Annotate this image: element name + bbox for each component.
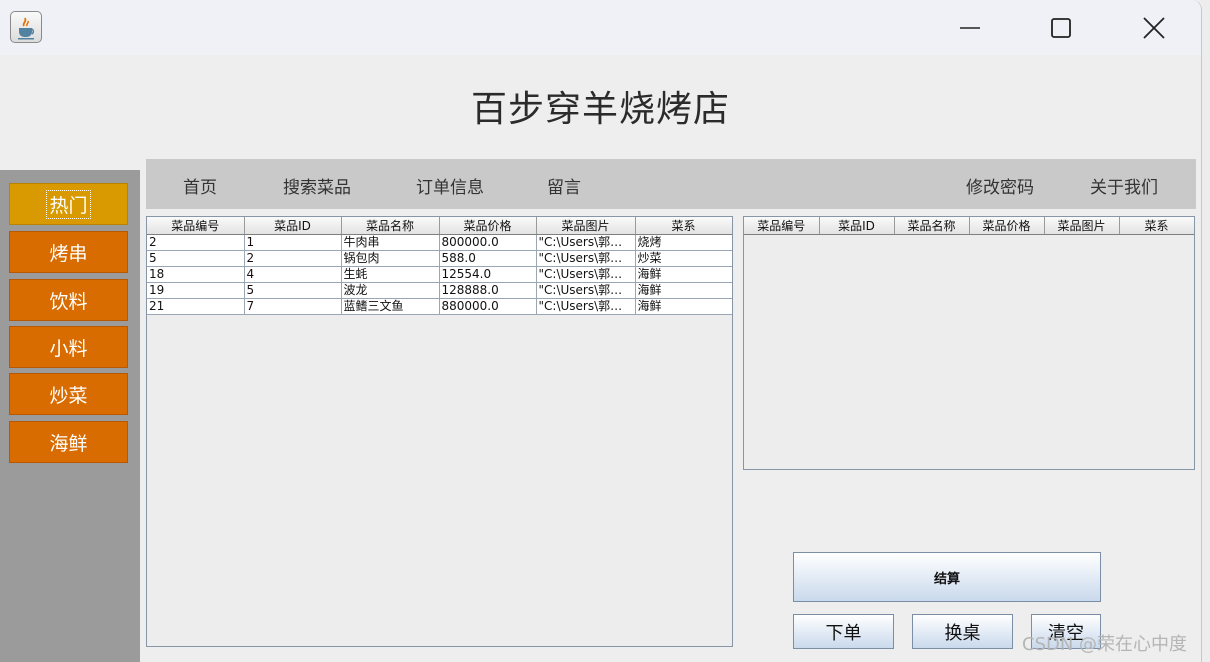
column-header[interactable]: 菜品编号 — [147, 217, 245, 235]
column-header[interactable]: 菜品ID — [244, 217, 342, 235]
table-cell: 波龙 — [341, 282, 440, 299]
table-cell: 生蚝 — [341, 266, 440, 283]
category-label: 热门 — [46, 189, 91, 219]
column-header[interactable]: 菜品图片 — [1044, 217, 1120, 235]
table-row[interactable]: 18 4 生蚝 12554.0 "C:\Users\郭文... 海鲜 — [147, 266, 732, 283]
category-stirfry-button[interactable]: 炒菜 — [9, 373, 128, 415]
nav-home[interactable]: 首页 — [183, 173, 217, 198]
column-header[interactable]: 菜系 — [635, 217, 732, 235]
table-cell: 牛肉串 — [341, 234, 440, 251]
table-cell: 1 — [244, 234, 342, 251]
table-cell: "C:\Users\郭文... — [536, 234, 636, 251]
watermark: CSDN @荣在心中度 — [1022, 634, 1188, 655]
change-table-button[interactable]: 换桌 — [912, 614, 1013, 649]
order-button[interactable]: 下单 — [793, 614, 894, 649]
table-cell: 2 — [147, 234, 245, 251]
minimize-button[interactable] — [924, 0, 1016, 55]
table-cell: 炒菜 — [635, 250, 732, 267]
table-cell: 5 — [244, 282, 342, 299]
table-cell: 880000.0 — [439, 298, 537, 315]
column-header[interactable]: 菜品ID — [819, 217, 895, 235]
table-cell: 4 — [244, 266, 342, 283]
column-header[interactable]: 菜品名称 — [894, 217, 970, 235]
nav-search[interactable]: 搜索菜品 — [283, 173, 351, 198]
table-cell: 800000.0 — [439, 234, 537, 251]
checkout-button[interactable]: 结算 — [793, 552, 1101, 602]
nav-orders[interactable]: 订单信息 — [416, 173, 484, 198]
nav-change-password[interactable]: 修改密码 — [966, 173, 1034, 198]
category-seafood-button[interactable]: 海鲜 — [9, 421, 128, 463]
table-cell: 12554.0 — [439, 266, 537, 283]
category-label: 小料 — [49, 337, 88, 360]
app-window: 百步穿羊烧烤店 热门 烤串 饮料 小料 炒菜 海鲜 首页 搜索菜品 订单信息 留… — [0, 0, 1202, 662]
nav-about[interactable]: 关于我们 — [1090, 173, 1158, 198]
title-bar — [0, 0, 1201, 55]
table-cell: 21 — [147, 298, 245, 315]
java-coffee-icon — [10, 11, 42, 43]
table-cell: 锅包肉 — [341, 250, 440, 267]
column-header[interactable]: 菜系 — [1119, 217, 1194, 235]
category-label: 烤串 — [49, 242, 88, 265]
page-title: 百步穿羊烧烤店 — [470, 89, 730, 130]
table-cell: 2 — [244, 250, 342, 267]
category-label: 炒菜 — [49, 384, 88, 407]
category-label: 海鲜 — [49, 432, 88, 455]
table-cell: 海鲜 — [635, 266, 732, 283]
close-button[interactable] — [1108, 0, 1200, 55]
category-skewers-button[interactable]: 烤串 — [9, 231, 128, 273]
table-cell: "C:\Users\郭文... — [536, 298, 636, 315]
table-cell: 海鲜 — [635, 298, 732, 315]
category-label: 饮料 — [49, 290, 88, 313]
menu-table-header: 菜品编号 菜品ID 菜品名称 菜品价格 菜品图片 菜系 — [147, 217, 732, 235]
category-hot-button[interactable]: 热门 — [9, 183, 128, 225]
cart-table-panel[interactable]: 菜品编号 菜品ID 菜品名称 菜品价格 菜品图片 菜系 — [743, 216, 1195, 470]
column-header[interactable]: 菜品价格 — [439, 217, 537, 235]
table-cell: 烧烤 — [635, 234, 732, 251]
menu-table: 菜品编号 菜品ID 菜品名称 菜品价格 菜品图片 菜系 2 1 牛肉串 8000… — [147, 217, 732, 315]
category-condiments-button[interactable]: 小料 — [9, 326, 128, 368]
table-row[interactable]: 19 5 波龙 128888.0 "C:\Users\郭文... 海鲜 — [147, 282, 732, 299]
table-cell: 7 — [244, 298, 342, 315]
cart-table: 菜品编号 菜品ID 菜品名称 菜品价格 菜品图片 菜系 — [744, 217, 1194, 235]
table-row[interactable]: 5 2 锅包肉 588.0 "C:\Users\郭文... 炒菜 — [147, 250, 732, 267]
nav-message[interactable]: 留言 — [547, 173, 581, 198]
table-cell: 海鲜 — [635, 282, 732, 299]
table-cell: 19 — [147, 282, 245, 299]
table-cell: "C:\Users\郭文... — [536, 282, 636, 299]
category-sidebar: 热门 烤串 饮料 小料 炒菜 海鲜 — [0, 170, 140, 662]
maximize-icon — [1051, 17, 1071, 38]
maximize-button[interactable] — [1015, 0, 1107, 55]
table-cell: 128888.0 — [439, 282, 537, 299]
column-header[interactable]: 菜品价格 — [969, 217, 1045, 235]
table-cell: 蓝鳍三文鱼 — [341, 298, 440, 315]
column-header[interactable]: 菜品图片 — [536, 217, 636, 235]
column-header[interactable]: 菜品名称 — [341, 217, 440, 235]
category-drinks-button[interactable]: 饮料 — [9, 279, 128, 321]
column-header[interactable]: 菜品编号 — [744, 217, 820, 235]
table-cell: 5 — [147, 250, 245, 267]
minimize-icon — [960, 26, 980, 29]
table-cell: "C:\Users\郭文... — [536, 250, 636, 267]
top-nav: 首页 搜索菜品 订单信息 留言 修改密码 关于我们 — [146, 159, 1196, 209]
menu-table-panel[interactable]: 菜品编号 菜品ID 菜品名称 菜品价格 菜品图片 菜系 2 1 牛肉串 8000… — [146, 216, 733, 647]
table-cell: 18 — [147, 266, 245, 283]
table-cell: 588.0 — [439, 250, 537, 267]
close-icon — [1143, 16, 1165, 39]
table-cell: "C:\Users\郭文... — [536, 266, 636, 283]
cart-table-header: 菜品编号 菜品ID 菜品名称 菜品价格 菜品图片 菜系 — [744, 217, 1194, 235]
table-row[interactable]: 2 1 牛肉串 800000.0 "C:\Users\郭文... 烧烤 — [147, 234, 732, 251]
table-row[interactable]: 21 7 蓝鳍三文鱼 880000.0 "C:\Users\郭文... 海鲜 — [147, 298, 732, 315]
